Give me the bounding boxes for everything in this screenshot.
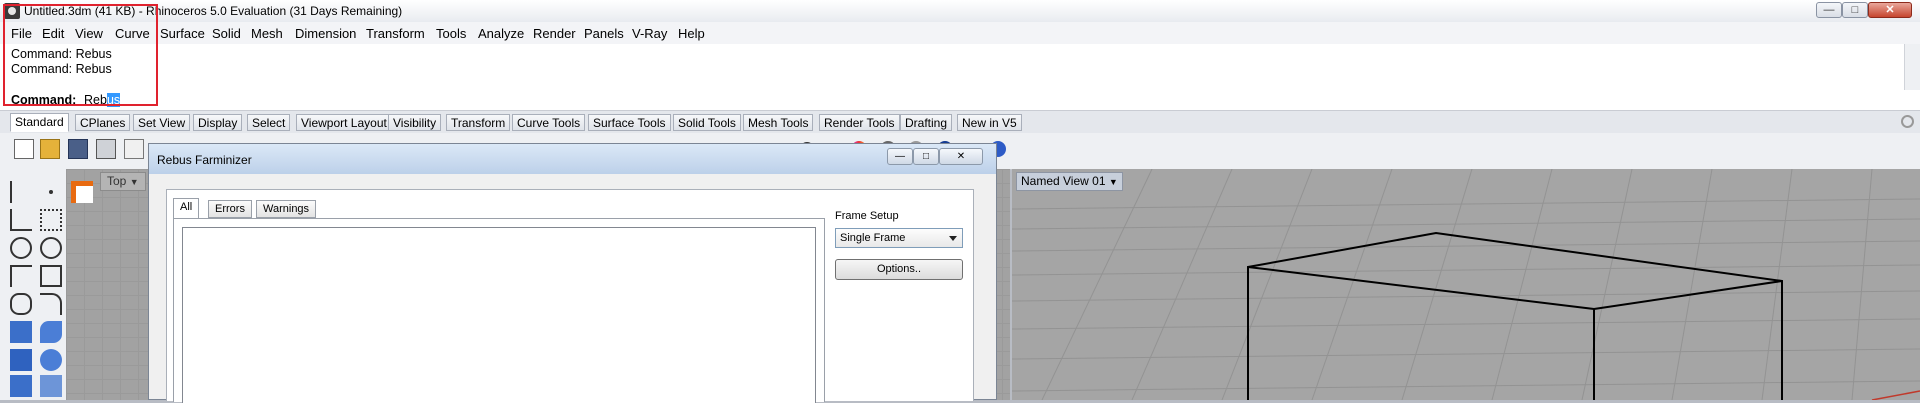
tab-all[interactable]: All — [173, 198, 200, 219]
tool-palette — [0, 169, 67, 400]
polyline-icon[interactable] — [10, 209, 32, 231]
clipboard-icon[interactable] — [124, 139, 144, 159]
close-button[interactable]: ✕ — [1868, 2, 1912, 18]
viewport-label-text: Named View 01 — [1021, 174, 1106, 188]
save-icon[interactable] — [68, 139, 88, 159]
viewport-label-named[interactable]: Named View 01 ▼ — [1016, 172, 1123, 191]
mesh-tools-icon[interactable] — [40, 375, 62, 397]
annotation-highlight-box — [3, 4, 158, 106]
menu-help[interactable]: Help — [678, 26, 705, 41]
named-viewport[interactable] — [1012, 169, 1920, 400]
message-list[interactable] — [182, 227, 816, 403]
curve-icon[interactable] — [40, 209, 62, 231]
tab-display[interactable]: Display — [193, 114, 243, 131]
dialog-content: All Errors Warnings Frame Setup Single F… — [166, 189, 974, 403]
tab-set-view[interactable]: Set View — [133, 114, 191, 131]
tab-curve-tools[interactable]: Curve Tools — [512, 114, 586, 131]
frame-setup-group: Frame Setup Single Frame Options.. — [835, 210, 963, 300]
mesh-icon[interactable] — [10, 375, 32, 397]
command-history: Command: Rebus Command: Rebus — [0, 44, 1920, 91]
toolbar-tabs: Standard CPlanes Set View Display Select… — [0, 111, 1920, 134]
options-button[interactable]: Options.. — [835, 259, 963, 280]
surface-icon[interactable] — [10, 321, 32, 343]
title-bar: Untitled.3dm (41 KB) - Rhinoceros 5.0 Ev… — [0, 0, 1920, 23]
tab-mesh-tools[interactable]: Mesh Tools — [743, 114, 814, 131]
menu-analyze[interactable]: Analyze — [478, 26, 524, 41]
dialog-title: Rebus Farminizer — [157, 153, 252, 167]
menu-surface[interactable]: Surface — [160, 26, 205, 41]
dialog-minimize-button[interactable]: — — [887, 148, 913, 165]
menu-render[interactable]: Render — [533, 26, 576, 41]
ellipse-icon[interactable] — [40, 237, 62, 259]
tab-drafting[interactable]: Drafting — [900, 114, 953, 131]
box-wireframe — [1247, 231, 1783, 400]
minimize-button[interactable]: — — [1816, 2, 1842, 18]
tab-panel — [173, 218, 825, 403]
dialog-title-bar[interactable]: Rebus Farminizer — □ ✕ — [149, 144, 996, 174]
chevron-down-icon: ▼ — [129, 177, 139, 187]
menu-vray[interactable]: V-Ray — [632, 26, 667, 41]
menu-panels[interactable]: Panels — [584, 26, 624, 41]
loft-icon[interactable] — [40, 321, 62, 343]
menu-mesh[interactable]: Mesh — [251, 26, 283, 41]
tab-transform[interactable]: Transform — [446, 114, 511, 131]
print-icon[interactable] — [96, 139, 116, 159]
rebus-farminizer-dialog: Rebus Farminizer — □ ✕ All Errors Warnin… — [148, 143, 997, 403]
tab-viewport-layout[interactable]: Viewport Layout — [296, 114, 392, 131]
maximize-button[interactable]: □ — [1842, 2, 1868, 18]
chevron-down-icon: ▼ — [1108, 177, 1118, 187]
circle-icon[interactable] — [10, 237, 32, 259]
tab-render-tools[interactable]: Render Tools — [819, 114, 900, 131]
polygon-icon[interactable] — [10, 293, 32, 315]
menu-bar: File Edit View Curve Surface Solid Mesh … — [0, 22, 1920, 45]
perspective-grid — [1012, 169, 1920, 400]
frame-mode-select[interactable]: Single Frame — [835, 228, 963, 248]
arc-icon[interactable] — [10, 265, 32, 287]
tab-new-in-v5[interactable]: New in V5 — [957, 114, 1022, 131]
menu-transform[interactable]: Transform — [366, 26, 425, 41]
command-history-scrollbar[interactable] — [1904, 44, 1920, 90]
box-solid-icon[interactable] — [10, 349, 32, 371]
open-folder-icon[interactable] — [40, 139, 60, 159]
dialog-close-button[interactable]: ✕ — [939, 148, 983, 165]
viewport-label-text: Top — [107, 174, 127, 188]
tab-select[interactable]: Select — [247, 114, 291, 131]
frame-setup-label: Frame Setup — [835, 210, 899, 222]
menu-tools[interactable]: Tools — [436, 26, 466, 41]
menu-dimension[interactable]: Dimension — [295, 26, 356, 41]
fillet-icon[interactable] — [40, 293, 62, 315]
dialog-maximize-button[interactable]: □ — [913, 148, 939, 165]
tab-standard[interactable]: Standard — [10, 113, 69, 132]
boolean-union-icon[interactable] — [40, 349, 62, 371]
tab-cplanes[interactable]: CPlanes — [75, 114, 131, 131]
select-arrow-icon[interactable] — [10, 181, 32, 203]
command-prompt: Command: Rebus — [0, 90, 1920, 111]
menu-solid[interactable]: Solid — [212, 26, 241, 41]
tab-warnings[interactable]: Warnings — [256, 200, 317, 218]
point-icon[interactable] — [40, 181, 62, 203]
chevron-down-icon — [949, 236, 957, 241]
tab-visibility[interactable]: Visibility — [388, 114, 442, 131]
tab-errors[interactable]: Errors — [208, 200, 252, 218]
tab-surface-tools[interactable]: Surface Tools — [588, 114, 671, 131]
frame-mode-value: Single Frame — [840, 232, 906, 244]
rectangle-icon[interactable] — [40, 265, 62, 287]
new-file-icon[interactable] — [14, 139, 34, 159]
cplane-marker-icon — [71, 181, 93, 203]
viewport-label-top[interactable]: Top ▼ — [100, 172, 146, 191]
tab-solid-tools[interactable]: Solid Tools — [673, 114, 741, 131]
gear-icon[interactable] — [1901, 115, 1914, 128]
